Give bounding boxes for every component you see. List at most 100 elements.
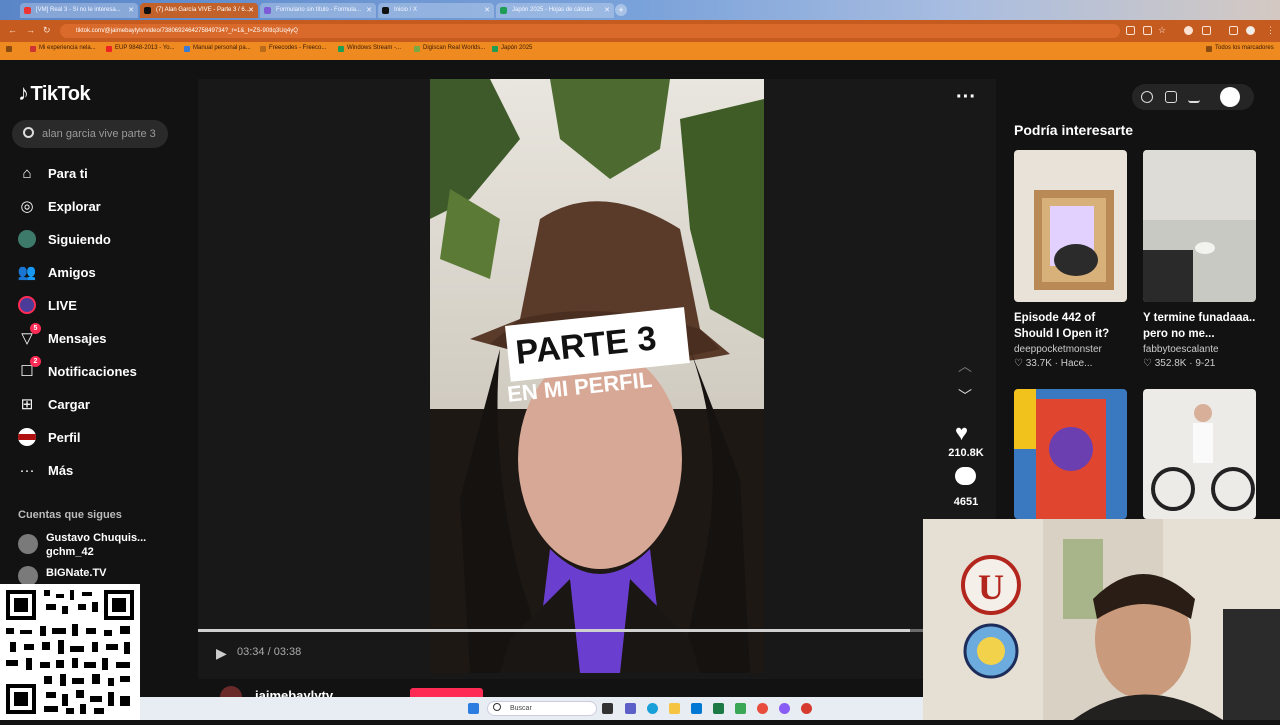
bookmark-item[interactable]: Digiscan Real Worlds... (414, 45, 485, 52)
svg-text:U: U (978, 567, 1004, 607)
nav-for-you[interactable]: ⌂ Para ti (18, 163, 87, 183)
messages-icon: ▽ 5 (18, 323, 41, 347)
reload-icon[interactable]: ↻ (43, 25, 51, 36)
notifications-badge: 2 (30, 356, 41, 367)
recommendation-card[interactable] (1143, 389, 1256, 519)
bookmark-item[interactable]: Freecodes - Freeco... (260, 45, 326, 52)
qr-code (0, 584, 140, 720)
browser-tab[interactable]: Japón 2025 - Hojas de cálculo ✕ (496, 3, 614, 18)
action-icons-group (1132, 84, 1254, 110)
sheets-favicon-icon (500, 7, 507, 14)
menu-kebab-icon[interactable]: ⋮ (1266, 25, 1275, 36)
recommendations-title: Podría interesarte (1014, 122, 1134, 138)
close-tab-icon[interactable]: ✕ (366, 3, 372, 18)
following-account[interactable]: BIGNate.TV (18, 566, 107, 586)
extensions-puzzle-icon[interactable] (1202, 26, 1211, 35)
nav-following[interactable]: Siguiendo (18, 229, 111, 249)
xbox-icon[interactable] (735, 703, 746, 714)
bookmark-item[interactable]: Windows Stream -... (338, 45, 401, 52)
recommendation-thumbnail (1014, 150, 1127, 302)
progress-fill (198, 629, 910, 632)
recommendation-thumbnail (1143, 150, 1256, 302)
chevron-down-icon[interactable]: ﹀ (958, 386, 972, 406)
browser-tab[interactable]: [VM] Real 3 - Si no le interesa... ✕ (20, 3, 138, 18)
x-favicon-icon (382, 7, 389, 14)
close-tab-icon[interactable]: ✕ (484, 3, 490, 18)
download-icon[interactable] (1188, 91, 1200, 103)
profile-avatar-icon[interactable] (1220, 87, 1240, 107)
extension-icon[interactable] (1126, 26, 1135, 35)
following-section-title: Cuentas que sigues (18, 509, 122, 521)
store-icon[interactable] (691, 703, 702, 714)
recommendation-thumbnail (1014, 389, 1127, 519)
following-account[interactable]: Gustavo Chuquis... gchm_42 (18, 531, 146, 559)
taskbar-search-input[interactable]: Buscar (487, 701, 597, 716)
forms-favicon-icon (264, 7, 271, 14)
close-tab-icon[interactable]: ✕ (248, 3, 254, 18)
nav-explore[interactable]: ◎ Explorar (18, 196, 100, 216)
bookmark-item[interactable]: Mi experiencia nela... (30, 45, 96, 52)
video-time: 03:34 / 03:38 (237, 646, 302, 658)
bookmark-item[interactable]: Japón 2025 (492, 45, 532, 52)
heart-icon[interactable]: ♥ (955, 420, 968, 446)
windows-start-icon[interactable] (468, 703, 479, 714)
phone-icon[interactable] (1165, 91, 1177, 103)
webcam-overlay: U (923, 519, 1280, 720)
compass-icon[interactable] (1141, 91, 1153, 103)
task-view-icon[interactable] (602, 703, 613, 714)
friends-icon: 👥 (17, 264, 37, 281)
profile-avatar-icon[interactable] (1246, 26, 1255, 35)
messages-badge: 5 (30, 323, 41, 334)
extension-icon[interactable] (1184, 26, 1193, 35)
browser-tab-active[interactable]: (7) Alan García VIVE - Parte 3 / 6... ✕ (140, 3, 258, 18)
all-bookmarks[interactable]: Todos los marcadores (1206, 45, 1274, 52)
comment-count: 4651 (953, 496, 979, 508)
nav-more[interactable]: ··· Más (18, 460, 74, 480)
share-icon[interactable] (1143, 26, 1152, 35)
upload-icon: ⊞ (20, 396, 34, 413)
search-input[interactable]: alan garcia vive parte 3 (12, 120, 168, 148)
more-options-icon[interactable]: ··· (956, 86, 976, 109)
chrome-icon[interactable] (757, 703, 768, 714)
search-icon (23, 127, 34, 138)
app-icon[interactable] (801, 703, 812, 714)
profile-icon (18, 428, 36, 446)
url-field[interactable]: tiktok.com/@jaimebaylytv/video/738069246… (60, 24, 1120, 38)
file-explorer-icon[interactable] (669, 703, 680, 714)
recommendation-card[interactable]: Episode 442 of Should I Open it? O... de… (1014, 150, 1127, 369)
nav-upload[interactable]: ⊞ Cargar (18, 394, 90, 414)
browser-tab[interactable]: Formulario sin título - Formula... ✕ (260, 3, 376, 18)
play-icon[interactable]: ▶ (216, 645, 227, 662)
nav-messages[interactable]: ▽ 5 Mensajes (18, 323, 107, 348)
bookmark-item[interactable]: EUP 9848-2013 - Yo... (106, 45, 175, 52)
tiktok-logo[interactable]: ♪ TikTok (18, 80, 91, 106)
recommendation-card[interactable] (1014, 389, 1127, 519)
nav-profile[interactable]: Perfil (18, 427, 81, 447)
chevron-up-icon[interactable]: ︿ (958, 356, 972, 376)
back-icon[interactable]: ← (8, 25, 17, 35)
app-icon[interactable] (779, 703, 790, 714)
edge-icon[interactable] (647, 703, 658, 714)
sidebar-icon[interactable] (1229, 26, 1238, 35)
comment-icon[interactable] (955, 467, 976, 485)
search-icon (493, 703, 501, 711)
teams-icon[interactable] (625, 703, 636, 714)
forward-icon[interactable]: → (26, 25, 35, 35)
recommendation-card[interactable]: Y termine funadaaa.. pero no me... fabby… (1143, 150, 1256, 369)
close-tab-icon[interactable]: ✕ (128, 3, 134, 18)
tiktok-favicon-icon (144, 7, 151, 14)
bookmark-item[interactable]: Manual personal pa... (184, 45, 251, 52)
browser-tab[interactable]: Inicio / X ✕ (378, 3, 494, 18)
new-tab-button[interactable]: + (615, 4, 627, 16)
recommendation-thumbnail (1143, 389, 1256, 519)
avatar (18, 566, 38, 586)
nav-friends[interactable]: 👥 Amigos (18, 262, 96, 282)
nav-notifications[interactable]: ☐ 2 Notificaciones (18, 356, 137, 381)
nav-live[interactable]: LIVE (18, 295, 77, 315)
excel-icon[interactable] (713, 703, 724, 714)
video-progress-bar[interactable] (198, 629, 923, 632)
avatar-icon (18, 230, 36, 248)
bookmark-star-icon[interactable]: ☆ (1158, 25, 1166, 36)
close-tab-icon[interactable]: ✕ (604, 3, 610, 18)
inbox-icon: ☐ 2 (18, 356, 41, 380)
